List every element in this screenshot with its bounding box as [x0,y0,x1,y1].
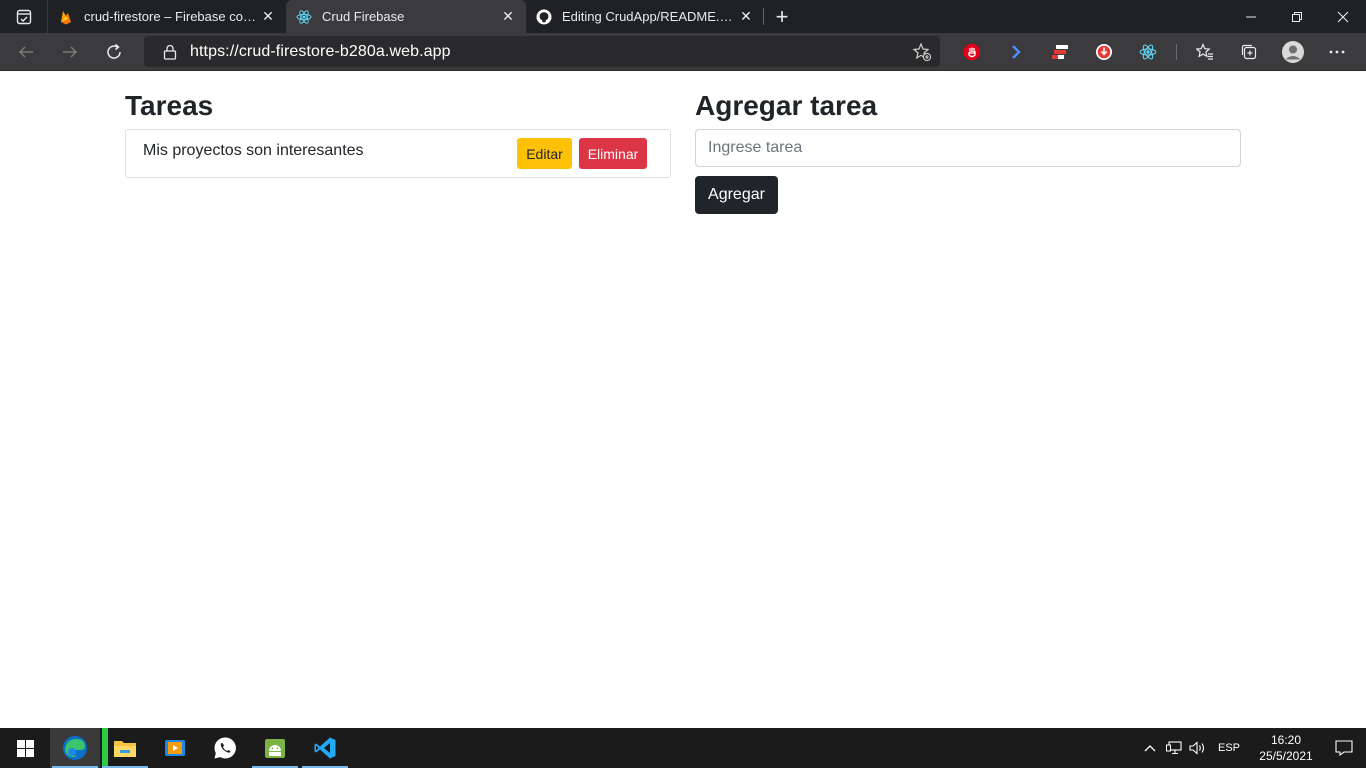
favorites-button[interactable] [1183,33,1227,71]
close-tab-icon[interactable]: ✕ [260,8,276,25]
browser-tabstrip: crud-firestore – Firebase console ✕ Crud… [0,0,1366,33]
browser-toolbar: https://crud-firestore-b280a.web.app [0,33,1366,71]
taskbar-file-explorer[interactable] [100,728,150,768]
tasks-column: Tareas Mis proyectos son interesantes Ed… [125,91,671,178]
add-favorite-icon[interactable] [912,42,932,62]
new-tab-button[interactable]: + [764,0,800,33]
chevron-right-icon [1012,45,1021,59]
extension-download[interactable] [1082,33,1126,71]
extension-react-devtools[interactable] [1126,33,1170,71]
network-icon[interactable] [1162,728,1186,768]
download-icon [1096,44,1112,60]
tab-title: Crud Firebase [322,9,405,24]
settings-more-button[interactable] [1315,33,1359,71]
taskbar-media-player[interactable] [150,728,200,768]
task-text: Mis proyectos son interesantes [143,142,364,159]
tab-title: Editing CrudApp/README.md at [562,9,738,24]
notification-icon [1335,740,1353,756]
close-tab-icon[interactable]: ✕ [738,8,754,25]
extension-red-stack[interactable] [1038,33,1082,71]
url-text: https://crud-firestore-b280a.web.app [190,42,451,60]
tab-crud-firebase[interactable]: Crud Firebase ✕ [286,0,526,33]
collections-icon [1241,44,1257,60]
android-studio-icon [265,739,285,758]
refresh-icon [107,43,121,59]
whatsapp-icon [214,737,236,759]
more-icon [1329,50,1345,54]
tab-github-readme[interactable]: Editing CrudApp/README.md at ✕ [526,0,764,33]
refresh-button[interactable] [96,36,132,68]
github-icon [536,9,552,24]
taskbar-vscode[interactable] [300,728,350,768]
web-page: Tareas Mis proyectos son interesantes Ed… [0,71,1366,728]
restore-icon [1292,11,1302,22]
edge-icon [63,736,87,760]
show-hidden-icons[interactable] [1138,728,1162,768]
adblock-icon [964,44,980,60]
add-task-heading: Agregar tarea [695,90,878,121]
list-item: Mis proyectos son interesantes Editar El… [126,130,672,177]
close-tab-icon[interactable]: ✕ [500,8,516,25]
tab-firebase-console[interactable]: crud-firestore – Firebase console ✕ [48,0,286,33]
arrow-left-icon [18,45,33,58]
delete-button[interactable]: Eliminar [579,138,647,169]
arrow-right-icon [63,45,78,58]
stack-icon [1052,45,1068,59]
chevron-up-icon [1144,745,1156,752]
clock-date: 25/5/2021 [1259,749,1313,763]
favorites-icon [1196,43,1213,60]
system-tray: ESP 16:20 25/5/2021 [1138,728,1366,768]
avatar-icon [1282,41,1304,63]
task-list: Mis proyectos son interesantes Editar El… [125,129,671,178]
react-icon [1139,44,1157,60]
volume-icon[interactable] [1186,728,1210,768]
plus-icon: + [775,3,789,29]
add-task-column: Agregar tarea Agregar [695,91,1241,214]
profile-button[interactable] [1271,33,1315,71]
close-window-button[interactable] [1320,0,1366,33]
address-bar[interactable]: https://crud-firestore-b280a.web.app [144,36,940,67]
clock[interactable]: 16:20 25/5/2021 [1250,732,1322,764]
taskbar-android-studio[interactable] [250,728,300,768]
input-language[interactable]: ESP [1218,742,1240,754]
react-icon [296,9,312,24]
tasks-heading: Tareas [125,90,214,121]
media-player-icon [165,740,185,756]
window-controls [1228,0,1366,33]
back-button[interactable] [8,36,44,68]
add-task-form: Agregar [695,129,1241,214]
start-button[interactable] [0,728,50,768]
tab-actions-icon [16,9,31,24]
lock-icon[interactable] [158,44,182,60]
task-input[interactable] [695,129,1241,167]
notification-center-button[interactable] [1322,728,1366,768]
extension-adblock[interactable] [950,33,994,71]
tab-actions-button[interactable] [0,0,48,33]
firebase-icon [61,10,71,24]
extension-arrow[interactable] [994,33,1038,71]
toolbar-divider [1176,44,1177,60]
minimize-icon [1246,16,1256,17]
tab-title: crud-firestore – Firebase console [84,9,260,24]
windows-taskbar: ESP 16:20 25/5/2021 [0,728,1366,768]
restore-button[interactable] [1274,0,1320,33]
clock-time: 16:20 [1270,733,1302,747]
minimize-button[interactable] [1228,0,1274,33]
taskbar-edge[interactable] [50,728,100,768]
close-icon [1337,11,1349,22]
extensions-row [950,33,1359,71]
file-explorer-icon [114,741,136,757]
add-button[interactable]: Agregar [695,176,778,214]
collections-button[interactable] [1227,33,1271,71]
forward-button[interactable] [52,36,88,68]
vscode-icon [314,737,336,759]
taskbar-whatsapp[interactable] [200,728,250,768]
edit-button[interactable]: Editar [517,138,572,169]
windows-icon [16,739,34,757]
